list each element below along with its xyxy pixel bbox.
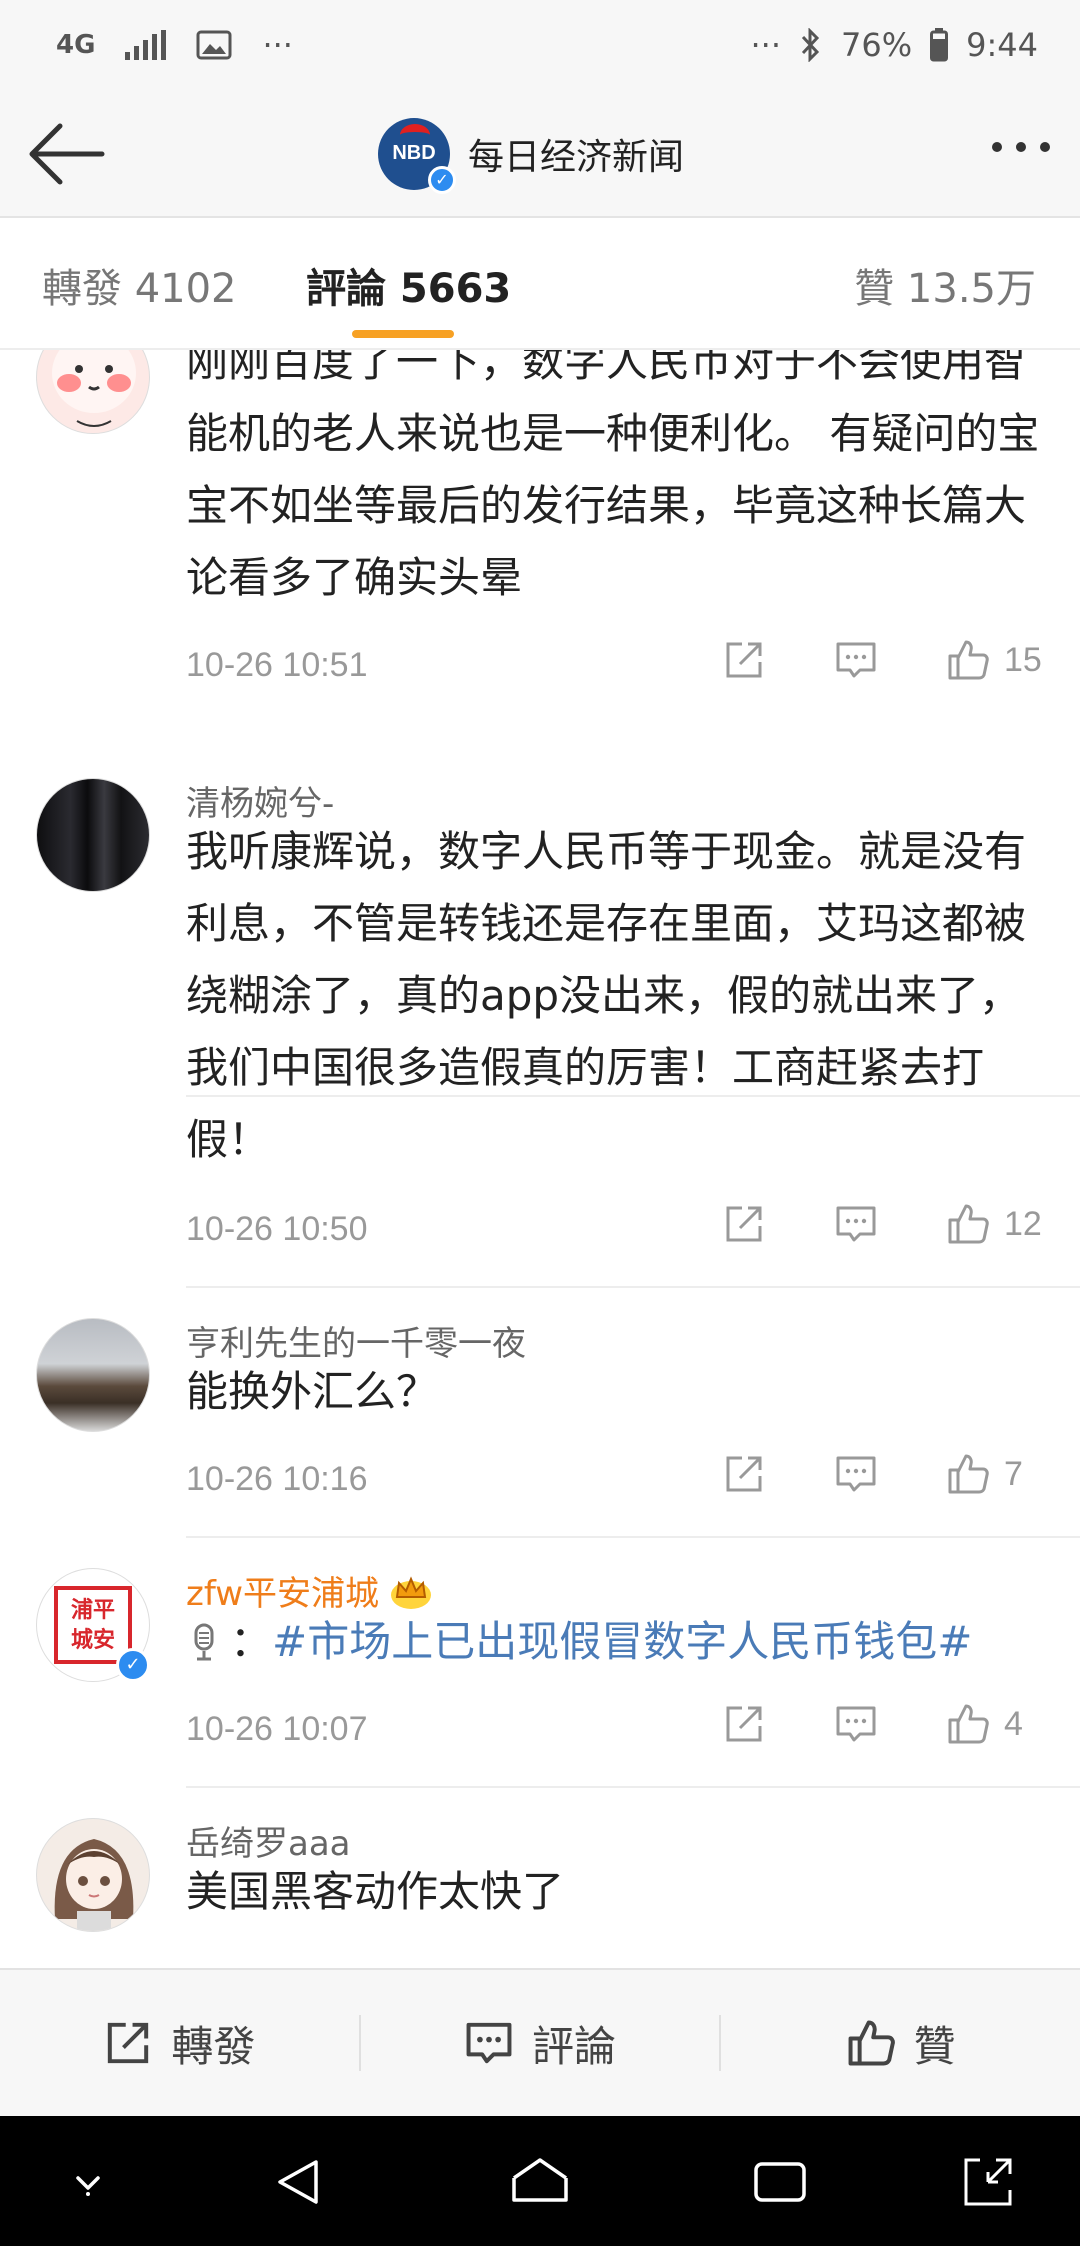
battery-icon (930, 28, 949, 62)
comment-text: 我听康辉说，数字人民币等于现金。就是没有利息，不管是转钱还是存在里面，艾玛这都被… (186, 827, 1027, 1164)
comment-actions: 12 (722, 1202, 1044, 1246)
page-title: 每日经济新闻 (468, 137, 685, 178)
repost-button[interactable]: 轉發 (0, 2013, 359, 2074)
comment-time: 10-26 10:51 (186, 646, 368, 684)
repost-icon[interactable] (722, 638, 766, 682)
crown-vip-icon (391, 1575, 432, 1609)
verified-badge-icon: ✓ (116, 1648, 150, 1682)
signal-icon (125, 30, 167, 60)
topic-link[interactable]: #市场上已出现假冒数字人民币钱包# (272, 1606, 972, 1678)
cartoon-face-icon (52, 350, 136, 427)
verified-badge-icon: ✓ (428, 166, 456, 194)
system-nav-bar (0, 2116, 1080, 2246)
comment-list[interactable]: 刚刚百度了一下，数字人民币对于不会使用智能机的老人来说也是一种便利化。 有疑问的… (0, 350, 1080, 1968)
comment-text: ： #市场上已出现假冒数字人民币钱包# (186, 1606, 1046, 1678)
comment-item: 亨利先生的一千零一夜 能换外汇么？ 10-26 10:16 7 (0, 1288, 1080, 1538)
comment-text: 能换外汇么？ (186, 1367, 439, 1416)
repost-icon[interactable] (722, 1702, 766, 1746)
avatar[interactable] (36, 1818, 150, 1932)
anime-girl-icon (54, 1839, 134, 1931)
top-nav: NBD ✓ 每日经济新闻 (0, 90, 1080, 218)
like-button[interactable]: 贊 (721, 2013, 1080, 2074)
status-bar: 4G ··· ··· 76% 9:44 (0, 0, 1080, 90)
repost-icon[interactable] (722, 1452, 766, 1496)
comment-item: 岳绮罗aaa 美国黑客动作太快了 (0, 1788, 1080, 1968)
avatar[interactable] (36, 1318, 150, 1432)
tab-comment[interactable]: 評論 5663 (306, 256, 511, 314)
avatar[interactable]: 浦平城安 ✓ (36, 1568, 150, 1682)
tab-like[interactable]: 贊 13.5万 (854, 256, 1036, 314)
comment-time: 10-26 10:50 (186, 1210, 368, 1248)
like-icon (848, 2020, 895, 2066)
bluetooth-icon (801, 28, 820, 62)
more-options-button[interactable] (992, 142, 1050, 152)
hide-keyboard-icon[interactable] (58, 2152, 118, 2212)
battery-percent: 76% (841, 26, 913, 64)
reply-icon[interactable] (834, 1702, 878, 1746)
active-tab-indicator (352, 330, 454, 338)
status-more-icon: ··· (750, 26, 782, 64)
network-type: 4G (56, 30, 96, 60)
logo-text: NBD (392, 142, 436, 164)
comment-label: 評論 (532, 2021, 617, 2071)
account-header[interactable]: NBD ✓ 每日经济新闻 (378, 118, 685, 194)
like-count: 15 (1004, 640, 1042, 679)
avatar[interactable] (36, 778, 150, 892)
reply-icon[interactable] (834, 1202, 878, 1246)
repost-label: 轉發 (171, 2021, 256, 2071)
comment-item: 浦平城安 ✓ zfw平安浦城 ： #市场上已出现假冒数字人民币钱包# 10-26… (0, 1538, 1080, 1788)
bottom-action-bar: 轉發 評論 贊 (0, 1968, 1080, 2116)
comment-icon (466, 2022, 512, 2064)
repost-icon[interactable] (722, 1202, 766, 1246)
like-icon[interactable] (946, 638, 990, 682)
arrow-left-icon (29, 123, 105, 185)
fullscreen-icon[interactable] (958, 2152, 1018, 2212)
like-icon[interactable] (946, 1452, 990, 1496)
comment-actions: 7 (722, 1452, 1044, 1496)
clock: 9:44 (966, 26, 1038, 64)
like-icon[interactable] (946, 1202, 990, 1246)
comment-text: 刚刚百度了一下，数字人民币对于不会使用智能机的老人来说也是一种便利化。 有疑问的… (186, 350, 1040, 602)
like-icon[interactable] (946, 1702, 990, 1746)
recents-nav-icon[interactable] (750, 2152, 810, 2212)
like-label: 贊 (913, 2021, 956, 2071)
reply-icon[interactable] (834, 1452, 878, 1496)
back-button[interactable] (24, 114, 110, 194)
back-nav-icon[interactable] (270, 2152, 330, 2212)
comment-item: 清杨婉兮- 我听康辉说，数字人民币等于现金。就是没有利息，不管是转钱还是存在里面… (0, 748, 1080, 1288)
comment-text: 美国黑客动作太快了 (186, 1867, 565, 1916)
repost-icon (108, 2022, 149, 2064)
avatar[interactable] (36, 350, 150, 434)
comment-time: 10-26 10:16 (186, 1460, 368, 1498)
account-avatar[interactable]: NBD ✓ (378, 118, 456, 194)
image-notification-icon (196, 30, 232, 60)
tab-repost[interactable]: 轉發 4102 (42, 256, 237, 314)
like-count: 12 (1004, 1204, 1042, 1243)
more-notifications-icon: ··· (262, 26, 293, 64)
like-count: 4 (1004, 1704, 1023, 1743)
reply-icon[interactable] (834, 638, 878, 682)
comment-text-prefix: ： (230, 1617, 273, 1666)
comment-actions: 15 (722, 638, 1044, 682)
microphone-icon (194, 1623, 214, 1661)
home-nav-icon[interactable] (508, 2152, 572, 2212)
like-count: 7 (1004, 1454, 1023, 1493)
tab-bar: 轉發 4102 評論 5663 贊 13.5万 (0, 218, 1080, 350)
comment-button[interactable]: 評論 (361, 2013, 720, 2074)
comment-actions: 4 (722, 1702, 1044, 1746)
comment-time: 10-26 10:07 (186, 1710, 368, 1748)
